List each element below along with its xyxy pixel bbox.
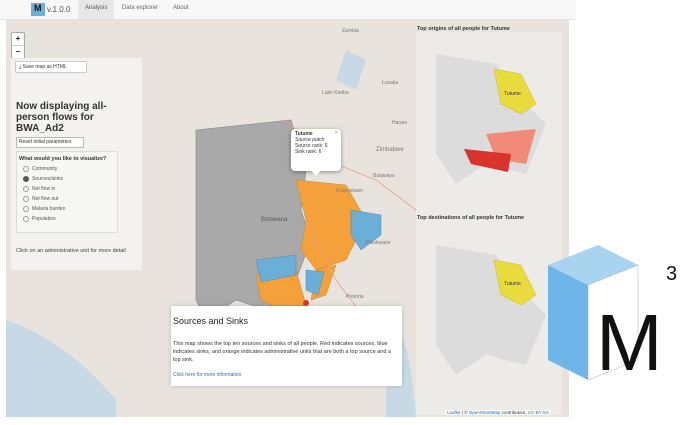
m3-logo-icon: M 3 [548,245,677,387]
visualize-question: What would you like to visualize? [19,156,107,162]
place-label: Botswana [261,217,288,223]
click-hint: Click on an administrative unit for more… [16,248,126,254]
popup-tip [311,170,321,176]
cube-left [548,265,588,380]
destinations-label: Tutume [504,281,521,287]
map-popup: × Tutume Source patch Source rank: 6 Sin… [291,129,341,171]
osm-link[interactable]: OpenStreetMap [469,410,501,415]
map-attribution: Leaflet | © OpenStreetMap contributors, … [445,410,551,415]
info-link[interactable]: Click here for more information [173,372,241,378]
radio-icon [23,186,29,192]
place-label: Francistown [336,188,363,194]
radio-malaria-burden[interactable]: Malaria burden [23,206,65,212]
tab-data-explorer[interactable]: Data explorer [115,0,165,19]
place-label: Harare [392,120,408,126]
info-title: Sources and Sinks [173,316,249,326]
tab-about[interactable]: About [166,0,196,19]
destinations-title: Top destinations of all people for Tutum… [417,215,525,221]
leaflet-link[interactable]: Leaflet [447,410,461,415]
radio-net-flow-in[interactable]: Net flow in [23,186,55,192]
info-body: This map shows the top ten sources and s… [173,341,391,363]
close-icon[interactable]: × [334,130,338,136]
radio-icon [23,206,29,212]
place-label: Lake Kariba [322,90,349,96]
place-label: Zimbabwe [376,147,404,153]
logo-superscript: 3 [666,263,677,285]
zoom-out-button[interactable]: − [12,45,24,58]
control-panel: ⤓ Save map as HTML Now displaying all-pe… [11,58,142,270]
radio-sources-sinks[interactable]: Sources/sinks [23,176,63,182]
place-label: Zambia [342,28,359,34]
radio-checked-icon [23,176,29,182]
radio-net-flow-out[interactable]: Net flow out [23,196,58,202]
radio-icon [23,216,29,222]
app-version: v.1.0.0 [47,5,71,14]
place-label: Lusaka [382,80,399,86]
tab-analysis[interactable]: Analysis [78,0,115,19]
logo-letter: M [596,298,663,387]
origins-title: Top origins of all people for Tutume [417,26,510,32]
radio-population[interactable]: Population [23,216,56,222]
zoom-control: + − [11,32,25,59]
panel-title: Now displaying all-person flows for BWA_… [16,101,107,134]
reset-parameters-button[interactable]: Reset initial parameters [16,137,84,148]
place-label: Polokwane [366,240,391,246]
radio-icon [23,196,29,202]
destinations-land [436,245,546,375]
radio-community[interactable]: Community [23,166,57,172]
sources-sinks-info: Sources and Sinks This map shows the top… [171,306,402,386]
origins-map [436,54,546,184]
cc-link[interactable]: CC-BY-SA [528,410,549,415]
place-label: Pretoria [346,294,364,300]
radio-icon [23,166,29,172]
app-logo-icon: M [31,3,45,16]
brand[interactable]: M v.1.0.0 [31,3,70,16]
place-label: Bulawayo [373,173,395,179]
origins-label: Tutume [504,91,521,97]
navbar: M v.1.0.0 Analysis Data explorer About [0,0,576,20]
save-map-button[interactable]: ⤓ Save map as HTML [15,61,87,73]
zoom-in-button[interactable]: + [12,33,24,45]
popup-line: Sink rank: 6 [295,149,322,155]
